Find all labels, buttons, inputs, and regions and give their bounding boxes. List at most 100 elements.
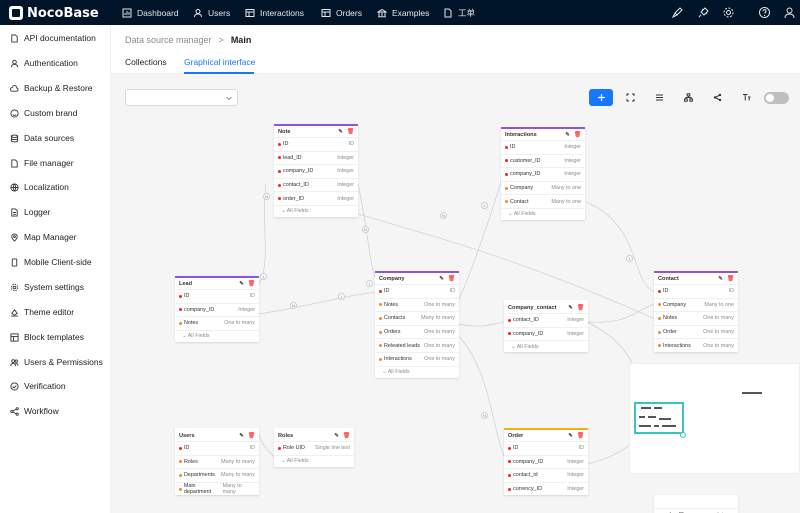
edit-icon[interactable]: ✎ (718, 276, 723, 282)
sidebar-item-verification[interactable]: Verification (10, 379, 66, 393)
delete-icon[interactable]: 🗑 (347, 129, 354, 135)
field-row[interactable]: company_ID Integer (501, 167, 585, 181)
nav-examples[interactable]: Examples (377, 0, 429, 25)
field-row[interactable]: company_ID Integer (274, 164, 358, 178)
sidebar-item-localization[interactable]: Localization (10, 180, 69, 194)
list-layout-button[interactable] (647, 89, 671, 106)
field-row[interactable]: Interactions One to many (375, 351, 459, 366)
collection-node-contact[interactable]: Contact ✎ 🗑 ID ID Company Many to one Notes One … (654, 271, 738, 352)
field-row[interactable]: Notes One to many (175, 316, 259, 330)
brush-icon[interactable] (671, 6, 684, 19)
sidebar-item-api-documentation[interactable]: API documentation (10, 31, 96, 45)
add-collection-button[interactable] (589, 89, 613, 106)
graph-canvas[interactable]: N 1 N 1 N 1 N 1 N 1 Note ✎ 🗑 ID ID lead_ID Int… (111, 74, 800, 513)
breadcrumb-parent[interactable]: Data source manager (125, 35, 212, 45)
delete-icon[interactable]: 🗑 (574, 132, 581, 138)
field-row[interactable]: Notes One to many (654, 311, 738, 325)
field-row[interactable]: ID Integer (501, 140, 585, 154)
delete-icon[interactable]: 🗑 (577, 305, 584, 311)
field-row[interactable]: currency_ID Integer (504, 481, 588, 496)
field-row[interactable]: company_ID Integer (175, 302, 259, 317)
minimap-resize-handle[interactable] (680, 432, 686, 438)
sidebar-item-users-permissions[interactable]: Users & Permissions (10, 355, 103, 369)
collection-node-company[interactable]: Company ✎ 🗑 ID ID Notes One to many Contacts Man… (375, 271, 459, 378)
sidebar-item-file-manager[interactable]: File manager (10, 156, 74, 170)
settings-icon[interactable] (722, 6, 735, 19)
sidebar-item-backup-restore[interactable]: Backup & Restore (10, 81, 93, 95)
minimap[interactable] (629, 363, 800, 474)
field-row[interactable]: order_IDInteger (274, 191, 358, 205)
field-row[interactable]: ID ID (504, 441, 588, 455)
sidebar-item-workflow[interactable]: Workflow (10, 404, 59, 418)
sidebar-item-data-sources[interactable]: Data sources (10, 131, 74, 145)
collection-filter-select[interactable] (125, 89, 238, 106)
edit-icon[interactable]: ✎ (334, 433, 339, 439)
sidebar-item-logger[interactable]: Logger (10, 205, 50, 219)
auto-layout-button[interactable] (676, 89, 700, 106)
field-row[interactable]: contact_ID Integer (274, 177, 358, 192)
edit-icon[interactable]: ✎ (568, 305, 573, 311)
field-row[interactable]: ID ID (175, 441, 259, 455)
edit-icon[interactable]: ✎ (439, 276, 444, 282)
field-row[interactable]: Main department Many to many (175, 481, 259, 496)
all-fields-toggle[interactable]: ⌄ All Fields (274, 204, 358, 217)
tab-graphical-interface[interactable]: Graphical interface (184, 57, 255, 67)
field-row[interactable]: contact_ID Integer (504, 313, 588, 327)
font-size-button[interactable] (734, 89, 758, 106)
user-icon[interactable] (783, 6, 796, 19)
delete-icon[interactable]: 🗑 (577, 433, 584, 439)
field-row[interactable]: Departments Many to many (175, 468, 259, 482)
field-row[interactable]: ID ID (274, 137, 358, 151)
nav-users[interactable]: Users (193, 0, 230, 25)
collection-node-interactions[interactable]: Interactions ✎ 🗑 ID Integer customer_ID Intege… (501, 127, 585, 220)
sidebar-item-map-manager[interactable]: Map Manager (10, 230, 76, 244)
collection-node-lead[interactable]: Lead ✎ 🗑 ID ID company_ID Integer Notes One to m… (175, 276, 259, 342)
collection-node-company-contact[interactable]: Company_contact ✎ 🗑 contact_ID Integer compan… (504, 300, 588, 353)
fullscreen-button[interactable] (618, 89, 642, 106)
collection-node-order-item[interactable]: order_IDIntegerProductMany to one (654, 495, 738, 513)
nav-orders[interactable]: Orders (321, 0, 362, 25)
delete-icon[interactable]: 🗑 (727, 276, 734, 282)
brand-logo[interactable]: NocoBase (9, 5, 99, 21)
sidebar-item-authentication[interactable]: Authentication (10, 56, 78, 70)
share-button[interactable] (705, 89, 729, 106)
field-row[interactable]: company_ID Integer (504, 326, 588, 341)
field-row[interactable]: contact_id Integer (504, 468, 588, 482)
nav-interactions[interactable]: Interactions (245, 0, 304, 25)
field-row[interactable]: Company Many to one (654, 297, 738, 312)
field-row[interactable]: Contacts Many to many (375, 311, 459, 325)
sidebar-item-theme-editor[interactable]: Theme editor (10, 305, 74, 319)
delete-icon[interactable]: 🗑 (343, 433, 350, 439)
plug-icon[interactable] (697, 6, 710, 19)
help-icon[interactable] (758, 6, 771, 19)
field-row[interactable]: customer_ID Integer (501, 153, 585, 168)
field-row[interactable]: Interactions One to many (654, 338, 738, 352)
field-row[interactable]: Company Many to one (501, 180, 585, 195)
field-row[interactable]: ID ID (654, 284, 738, 298)
edit-icon[interactable]: ✎ (239, 281, 244, 287)
delete-icon[interactable]: 🗑 (248, 433, 255, 439)
tab-collections[interactable]: Collections (125, 57, 167, 67)
field-row[interactable]: Orders One to many (375, 324, 459, 339)
field-row[interactable]: ID ID (375, 284, 459, 298)
edit-icon[interactable]: ✎ (565, 132, 570, 138)
sidebar-item-custom-brand[interactable]: Custom brand (10, 106, 77, 120)
field-row[interactable]: Order One to many (654, 324, 738, 339)
collection-node-order[interactable]: Order ✎ 🗑 ID ID company_ID Integer contact_id In… (504, 428, 588, 496)
collection-node-note[interactable]: Note ✎ 🗑 ID ID lead_ID Integer company_ID Intege… (274, 124, 358, 217)
sidebar-item-mobile-client-side[interactable]: Mobile Client-side (10, 255, 92, 269)
edit-icon[interactable]: ✎ (338, 129, 343, 135)
field-row[interactable]: Releated leads One to many (375, 338, 459, 352)
collection-node-roles[interactable]: Roles ✎ 🗑 Role UID Single line text ⌄ All Fie… (274, 428, 354, 467)
delete-icon[interactable]: 🗑 (248, 281, 255, 287)
sidebar-item-system-settings[interactable]: System settings (10, 280, 84, 294)
field-row[interactable]: order_IDInteger (654, 508, 738, 513)
all-fields-toggle[interactable]: ⌄ All Fields (504, 340, 588, 352)
field-row[interactable]: ID ID (175, 289, 259, 303)
nav-workorder[interactable]: 工单 (443, 0, 475, 25)
display-toggle-switch[interactable] (764, 92, 789, 104)
edit-icon[interactable]: ✎ (568, 433, 573, 439)
all-fields-toggle[interactable]: ⌄ All Fields (175, 329, 259, 342)
field-row[interactable]: Role UID Single line text (274, 441, 354, 455)
sidebar-item-block-templates[interactable]: Block templates (10, 330, 84, 344)
